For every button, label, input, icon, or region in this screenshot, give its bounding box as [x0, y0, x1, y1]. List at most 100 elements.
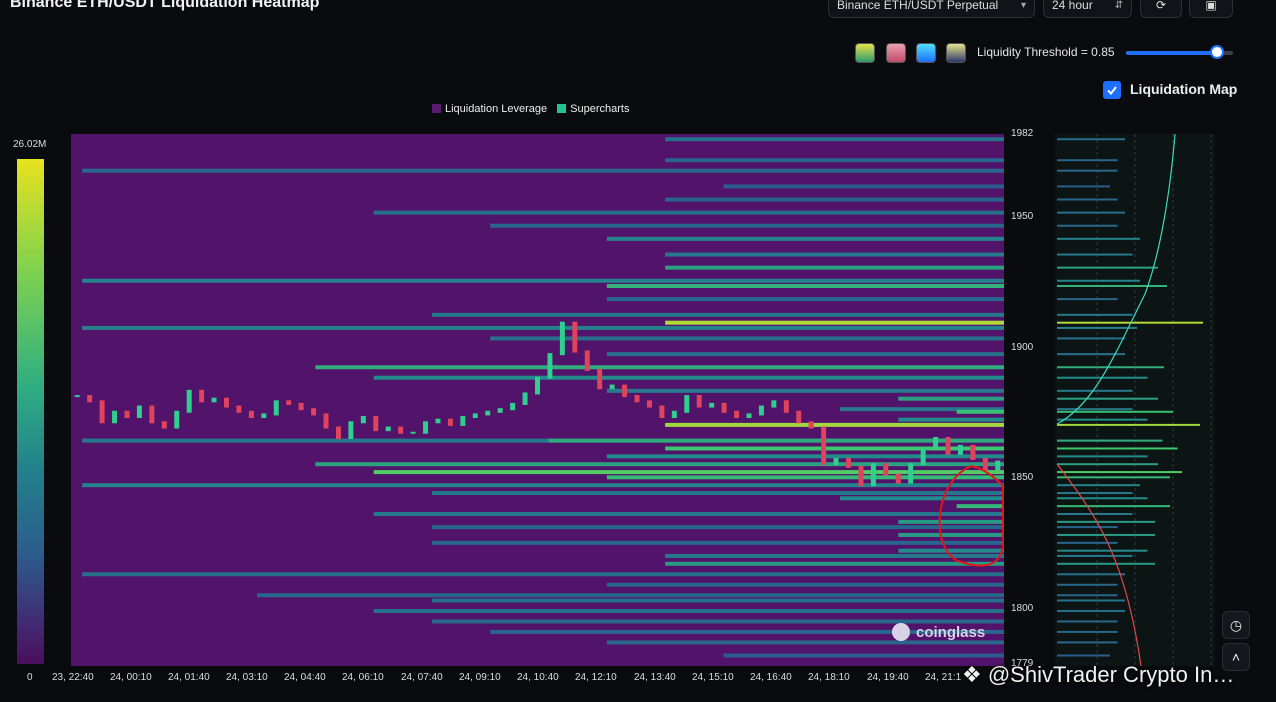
heat-band: [315, 365, 1004, 370]
chart-legend: Liquidation Leverage Supercharts: [432, 103, 629, 115]
price-candle: [696, 395, 702, 408]
side-liquidation-bar: [1057, 423, 1200, 426]
side-liquidation-bar: [1057, 169, 1118, 172]
side-liquidation-bar: [1057, 326, 1137, 329]
price-candle: [547, 353, 553, 379]
price-candle: [671, 410, 677, 419]
refresh-icon: ⟳: [1155, 0, 1167, 12]
side-liquidation-bar: [1057, 620, 1118, 623]
x-tick-label: 24, 19:40: [867, 672, 909, 683]
heat-band: [315, 462, 1004, 467]
price-candle: [348, 421, 354, 439]
price-candle: [709, 402, 715, 408]
price-candle: [236, 405, 242, 413]
heat-band: [606, 475, 1004, 480]
info-button[interactable]: ◷: [1222, 611, 1250, 639]
price-candle: [883, 463, 889, 476]
x-tick-label: 24, 18:10: [808, 672, 850, 683]
price-candle: [684, 395, 690, 413]
liquidation-map-checkbox[interactable]: [1103, 81, 1121, 99]
y-tick-label: 1982: [1011, 128, 1034, 139]
heat-band: [431, 540, 1004, 545]
color-scheme-swatch[interactable]: [916, 43, 936, 63]
heat-band: [898, 519, 1004, 524]
color-scheme-swatch[interactable]: [946, 43, 966, 63]
color-scheme-swatch[interactable]: [855, 43, 875, 63]
pair-select-value: Binance ETH/USDT Perpetual: [837, 0, 999, 12]
price-candle: [373, 416, 379, 432]
price-candle: [224, 397, 229, 408]
price-candle: [970, 444, 976, 460]
price-candle: [323, 413, 329, 429]
side-liquidation-bar: [1057, 237, 1140, 240]
range-select[interactable]: 24 hour ⇵: [1043, 0, 1132, 18]
camera-icon: ▣: [1205, 0, 1217, 12]
side-liquidation-bar: [1057, 337, 1125, 340]
heat-band: [373, 608, 1004, 613]
price-candle: [597, 368, 603, 390]
heat-band: [665, 197, 1004, 202]
legend-item[interactable]: Supercharts: [557, 103, 629, 115]
price-candle: [522, 392, 528, 405]
heat-band: [665, 265, 1004, 270]
price-candle: [335, 426, 341, 439]
side-liquidation-bar: [1057, 313, 1133, 316]
price-candle: [423, 421, 429, 434]
side-liquidation-bar: [1057, 562, 1155, 565]
price-candle: [447, 418, 453, 426]
legend-label: Liquidation Leverage: [445, 103, 548, 115]
threshold-slider-knob[interactable]: [1209, 45, 1224, 59]
price-candle: [920, 447, 926, 466]
x-tick-label: 24, 03:10: [226, 672, 268, 683]
price-candle: [771, 400, 777, 408]
chevron-down-icon: ▾: [1020, 0, 1026, 11]
side-liquidation-bar: [1057, 439, 1163, 442]
legend-swatch: [432, 104, 441, 113]
price-candle: [584, 350, 590, 371]
side-liquidation-bar: [1057, 554, 1133, 557]
heat-band: [606, 640, 1004, 645]
price-candle: [846, 457, 851, 468]
legend-item[interactable]: Liquidation Leverage: [432, 103, 547, 115]
colorbar-min-label: 0: [27, 672, 33, 683]
price-candle: [286, 400, 292, 405]
liquidation-map-panel: [1055, 134, 1215, 666]
heatmap-plot[interactable]: [71, 134, 1004, 666]
side-liquidation-bar: [1057, 397, 1158, 400]
x-tick-label: 24, 06:10: [342, 672, 384, 683]
price-candle: [298, 402, 304, 411]
heat-band: [606, 388, 1004, 393]
price-candle: [796, 410, 802, 424]
price-candle: [497, 408, 503, 413]
price-candle: [74, 395, 80, 398]
side-liquidation-bar: [1057, 471, 1182, 474]
heat-band: [898, 548, 1004, 553]
price-candle: [821, 426, 827, 466]
price-candle: [957, 444, 963, 455]
color-scheme-swatch[interactable]: [886, 43, 906, 63]
heat-band: [606, 284, 1004, 288]
threshold-slider[interactable]: [1126, 45, 1233, 59]
heat-band: [373, 375, 1004, 380]
screenshot-button[interactable]: ▣: [1189, 0, 1233, 18]
pair-select[interactable]: Binance ETH/USDT Perpetual ▾: [828, 0, 1035, 18]
y-tick-label: 1800: [1011, 603, 1034, 614]
price-candle: [572, 321, 578, 353]
refresh-button[interactable]: ⟳: [1140, 0, 1182, 18]
heat-band: [82, 168, 1004, 173]
side-liquidation-bar: [1057, 418, 1148, 421]
price-candle: [622, 384, 628, 398]
side-liquidation-bar: [1057, 389, 1133, 392]
side-liquidation-bar: [1057, 298, 1118, 301]
threshold-label: Liquidity Threshold = 0.85: [977, 45, 1115, 59]
heat-band: [82, 278, 1004, 283]
watermark-text: coinglass: [916, 623, 986, 641]
side-liquidation-bar: [1057, 549, 1148, 552]
price-candle: [933, 437, 939, 450]
price-candle: [472, 413, 478, 419]
x-tick-label: 24, 01:40: [168, 672, 210, 683]
x-tick-label: 23, 22:40: [52, 672, 94, 683]
price-candle: [721, 402, 727, 413]
price-candle: [161, 421, 167, 429]
heat-band: [665, 158, 1004, 163]
